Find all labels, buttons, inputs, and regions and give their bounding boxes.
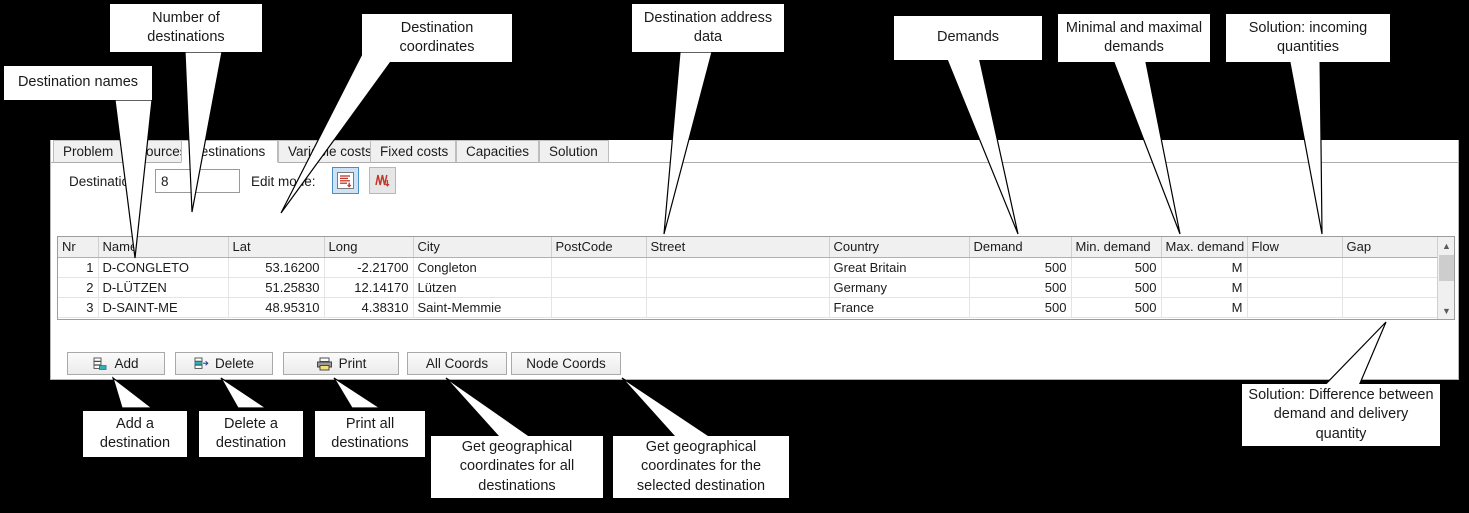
callout-text: Destination names [17, 74, 139, 91]
callout-destination-address-data: Destination address data [632, 4, 784, 52]
callout-text: Get geographical coordinates for the sel… [636, 439, 766, 494]
callout-text: Demands [936, 29, 1000, 46]
callout-text: Get geographical coordinates for all des… [459, 439, 575, 494]
callout-print-all-destinations: Print all destinations [315, 411, 425, 457]
callout-text: Solution: incoming quantities [1248, 19, 1368, 55]
callout-text: Number of destinations [147, 9, 225, 45]
callout-text: Delete a destination [215, 415, 287, 451]
callout-solution-incoming-quantities: Solution: incoming quantities [1226, 14, 1390, 62]
callout-demands: Demands [894, 16, 1042, 60]
callout-get-coords-all: Get geographical coordinates for all des… [431, 436, 603, 498]
callout-add-a-destination: Add a destination [83, 411, 187, 457]
callout-get-coords-selected: Get geographical coordinates for the sel… [613, 436, 789, 498]
callout-number-of-destinations: Number of destinations [110, 4, 262, 52]
callout-text: Minimal and maximal demands [1065, 19, 1203, 55]
callout-text: Add a destination [99, 415, 171, 451]
callout-min-max-demands: Minimal and maximal demands [1058, 14, 1210, 62]
callout-destination-names: Destination names [4, 66, 152, 100]
callout-text: Destination coordinates [399, 19, 475, 55]
callout-destination-coordinates: Destination coordinates [362, 14, 512, 62]
callout-text: Destination address data [643, 9, 773, 45]
callout-delete-a-destination: Delete a destination [199, 411, 303, 457]
callout-text: Print all destinations [331, 415, 409, 451]
callout-solution-difference: Solution: Difference between demand and … [1242, 384, 1440, 446]
callout-text: Solution: Difference between demand and … [1248, 387, 1434, 442]
